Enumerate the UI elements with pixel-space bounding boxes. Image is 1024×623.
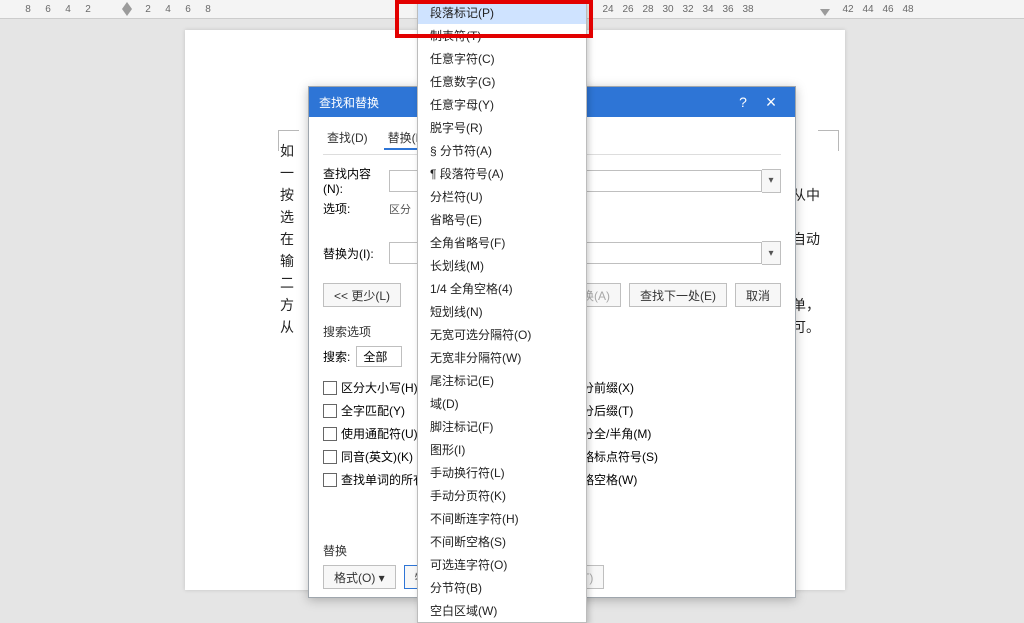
special-menu-item[interactable]: 1/4 全角空格(4) [418, 277, 586, 300]
special-menu-item[interactable]: 分栏符(U) [418, 185, 586, 208]
special-menu-item[interactable]: 不间断连字符(H) [418, 507, 586, 530]
special-menu-item[interactable]: 域(D) [418, 392, 586, 415]
special-menu-item[interactable]: 任意字母(Y) [418, 93, 586, 116]
ruler-tick: 24 [598, 0, 618, 18]
search-direction-label: 搜索: [323, 348, 350, 365]
special-menu-item[interactable]: 任意数字(G) [418, 70, 586, 93]
special-menu-item[interactable]: § 分节符(A) [418, 139, 586, 162]
right-indent-marker[interactable] [820, 9, 830, 16]
dialog-title: 查找和替换 [319, 94, 379, 111]
special-menu-item[interactable]: 省略号(E) [418, 208, 586, 231]
close-button[interactable]: × [757, 92, 785, 113]
special-menu-item[interactable]: 空白区域(W) [418, 599, 586, 622]
ruler-tick: 28 [638, 0, 658, 18]
special-menu-item[interactable]: 手动分页符(K) [418, 484, 586, 507]
ruler-tick: 4 [58, 0, 78, 18]
ruler-tick: 30 [658, 0, 678, 18]
special-menu-item[interactable]: 脚注标记(F) [418, 415, 586, 438]
special-menu-item[interactable]: 短划线(N) [418, 300, 586, 323]
format-button[interactable]: 格式(O) ▾ [323, 565, 396, 589]
ruler-tick: 8 [198, 0, 218, 18]
special-menu-item[interactable]: 图形(I) [418, 438, 586, 461]
ruler-tick: 48 [898, 0, 918, 18]
find-content-label: 查找内容(N): [323, 165, 389, 196]
indent-marker-bottom[interactable] [122, 9, 132, 16]
special-menu-item[interactable]: 分节符(B) [418, 576, 586, 599]
special-menu-item[interactable]: 制表符(T) [418, 24, 586, 47]
ruler-tick: 2 [78, 0, 98, 18]
options-value: 区分 [389, 201, 411, 217]
ruler-tick: 4 [158, 0, 178, 18]
special-menu-item[interactable]: 段落标记(P) [418, 1, 586, 24]
replace-with-dropdown[interactable]: ▾ [762, 241, 781, 265]
search-direction-value[interactable]: 全部 [356, 346, 402, 367]
indent-marker-top[interactable] [122, 2, 132, 9]
tab-find[interactable]: 查找(D) [323, 127, 372, 150]
special-menu-item[interactable]: 尾注标记(E) [418, 369, 586, 392]
special-menu-item[interactable]: 不间断空格(S) [418, 530, 586, 553]
special-menu-item[interactable]: 手动换行符(L) [418, 461, 586, 484]
options-label: 选项: [323, 200, 389, 217]
cancel-button[interactable]: 取消 [735, 283, 781, 307]
special-menu-item[interactable]: 可选连字符(O) [418, 553, 586, 576]
ruler-tick: 46 [878, 0, 898, 18]
ruler-tick: 32 [678, 0, 698, 18]
ruler-tick: 8 [18, 0, 38, 18]
replace-with-label: 替换为(I): [323, 245, 389, 262]
ruler-tick: 36 [718, 0, 738, 18]
special-menu-item[interactable]: 无宽可选分隔符(O) [418, 323, 586, 346]
ruler-tick: 6 [38, 0, 58, 18]
less-button[interactable]: << 更少(L) [323, 283, 401, 307]
ruler-tick: 44 [858, 0, 878, 18]
ruler-tick: 38 [738, 0, 758, 18]
special-menu-item[interactable]: 全角省略号(F) [418, 231, 586, 254]
ruler-tick: 34 [698, 0, 718, 18]
special-menu-item[interactable]: 脱字号(R) [418, 116, 586, 139]
ruler-tick: 6 [178, 0, 198, 18]
special-format-menu: 段落标记(P)制表符(T)任意字符(C)任意数字(G)任意字母(Y)脱字号(R)… [417, 0, 587, 623]
special-menu-item[interactable]: 任意字符(C) [418, 47, 586, 70]
find-next-button[interactable]: 查找下一处(E) [629, 283, 727, 307]
special-menu-item[interactable]: 无宽非分隔符(W) [418, 346, 586, 369]
help-button[interactable]: ? [729, 94, 757, 110]
special-menu-item[interactable]: 长划线(M) [418, 254, 586, 277]
ruler-tick: 42 [838, 0, 858, 18]
find-content-dropdown[interactable]: ▾ [762, 169, 781, 193]
special-menu-item[interactable]: ¶ 段落符号(A) [418, 162, 586, 185]
ruler-tick: 2 [138, 0, 158, 18]
ruler-tick: 26 [618, 0, 638, 18]
